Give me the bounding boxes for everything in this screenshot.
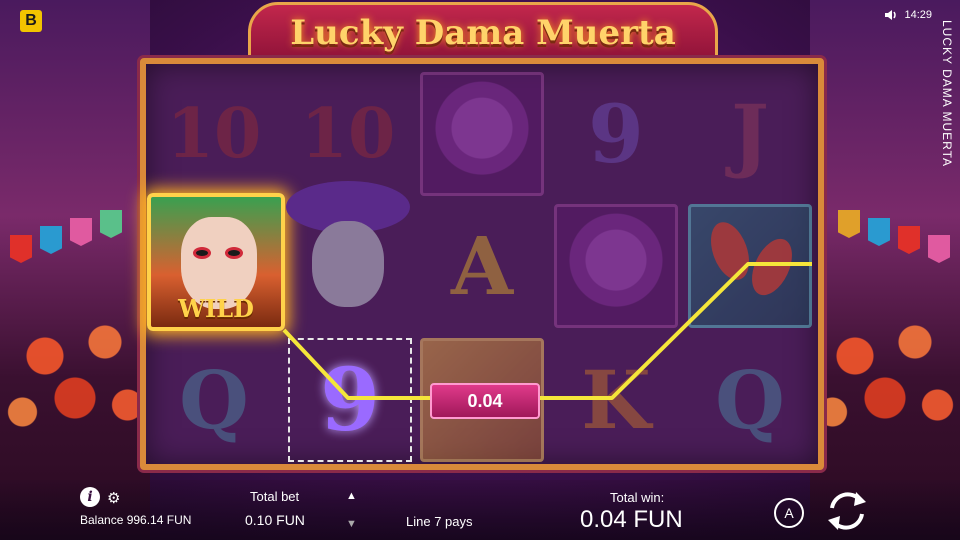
gear-icon[interactable]: ⚙ <box>107 489 120 507</box>
autoplay-label: A <box>784 505 794 521</box>
line-win-badge: 0.04 <box>430 383 540 419</box>
total-bet-label: Total bet <box>250 489 300 504</box>
spin-button[interactable] <box>822 486 872 536</box>
line-pays-text: Line 7 pays <box>406 514 473 529</box>
total-win-value: 0.04 FUN <box>580 506 683 533</box>
total-bet-value: 0.10 FUN <box>245 512 305 528</box>
bet-decrease-icon[interactable]: ▼ <box>346 518 357 530</box>
info-icon[interactable]: i <box>80 487 100 507</box>
autoplay-button[interactable]: A <box>774 498 804 528</box>
payline <box>282 262 812 400</box>
total-win-label: Total win: <box>610 490 665 505</box>
balance-display: Balance 996.14 FUN <box>80 513 192 527</box>
bottom-control-bar <box>0 480 960 540</box>
bet-increase-icon[interactable]: ▲ <box>346 490 357 502</box>
